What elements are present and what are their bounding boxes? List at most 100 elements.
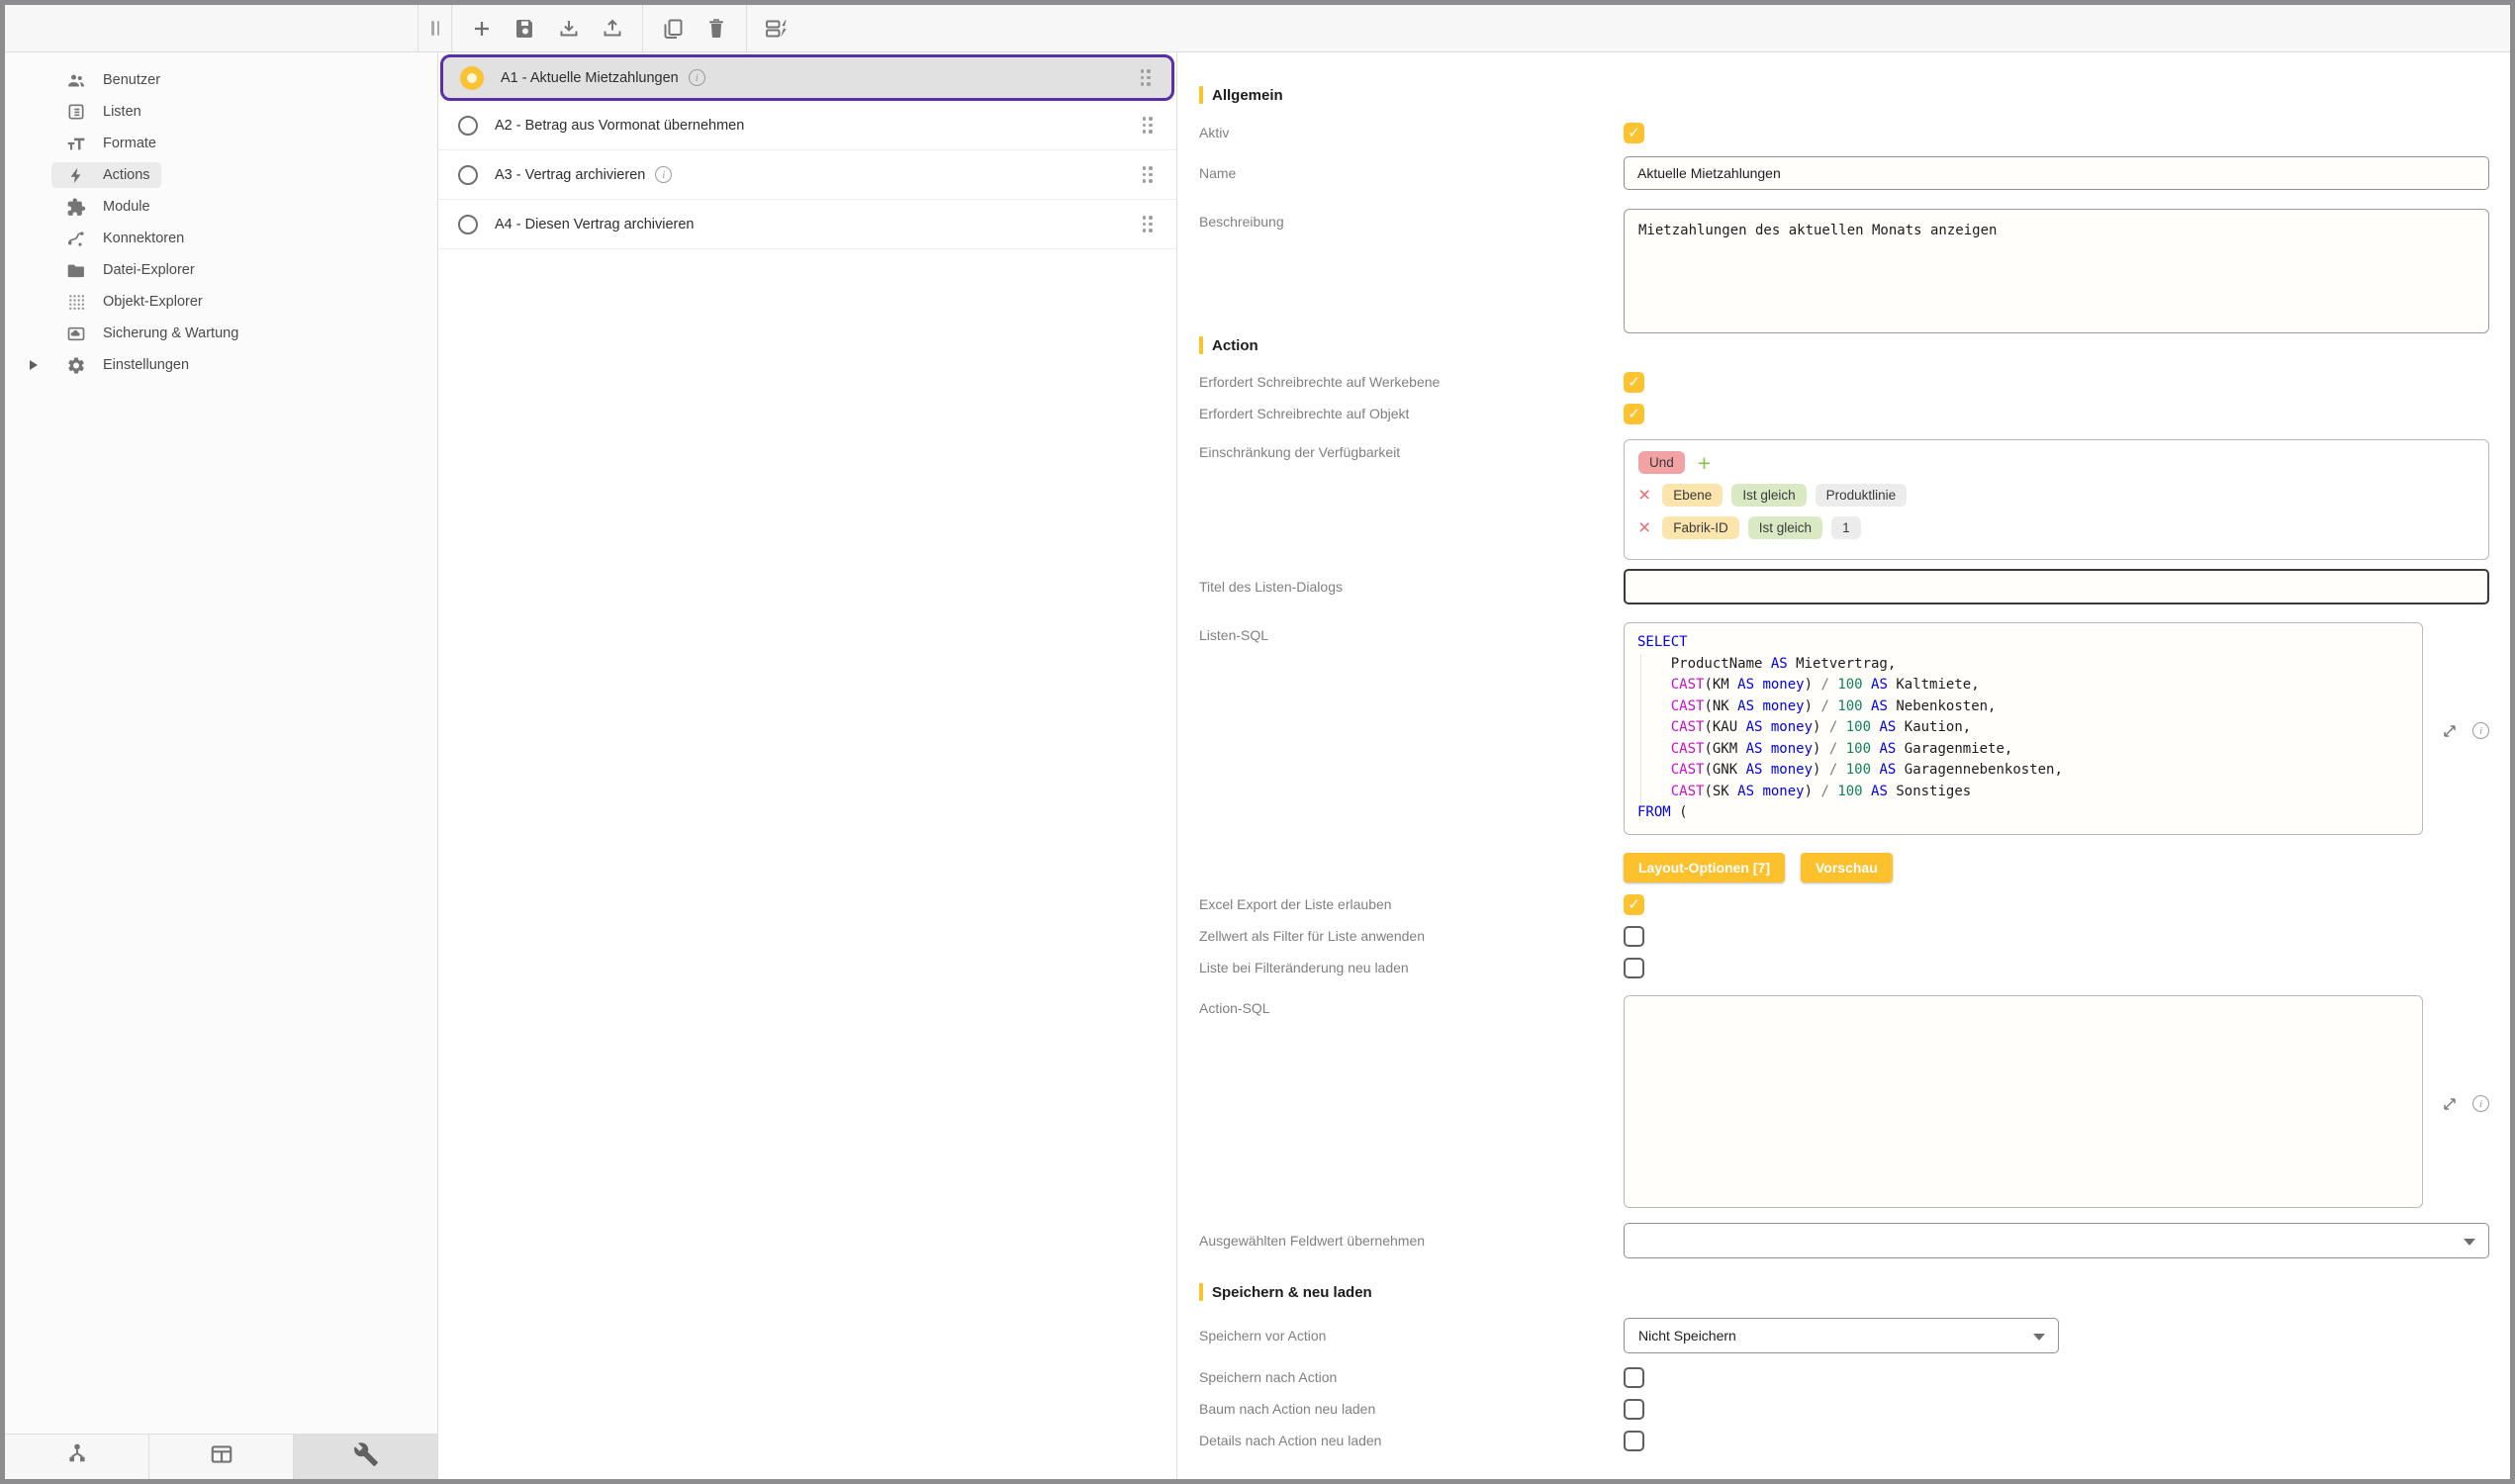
delete-button[interactable] (697, 9, 736, 48)
download-button[interactable] (549, 9, 589, 48)
remove-constraint-icon[interactable]: × (1638, 519, 1650, 537)
sidebar-item-label: Sicherung & Wartung (103, 325, 238, 341)
upload-icon (601, 17, 624, 41)
row-excel-export: Excel Export der Liste erlauben (1199, 888, 2510, 920)
add-constraint-icon[interactable]: + (1698, 454, 1711, 472)
sidebar-item-einstellungen[interactable]: Einstellungen (5, 349, 437, 381)
duplicate-button[interactable] (653, 9, 693, 48)
sidebar-item-formate[interactable]: Formate (5, 128, 437, 159)
sidebar-item-listen[interactable]: Listen (5, 96, 437, 128)
field-label: Ausgewählten Feldwert übernehmen (1199, 1233, 1624, 1249)
drag-handle-icon[interactable] (1141, 69, 1152, 86)
info-icon[interactable]: i (2472, 1095, 2489, 1112)
name-input[interactable] (1624, 156, 2489, 190)
action-list-item-a4[interactable]: A4 - Diesen Vertrag archivieren (438, 200, 1176, 249)
titel-listen-dialog-input[interactable] (1624, 569, 2489, 604)
field-label: Speichern vor Action (1199, 1328, 1624, 1344)
action-list-item-a2[interactable]: A2 - Betrag aus Vormonat übernehmen (438, 101, 1176, 150)
action-list-button[interactable] (757, 9, 796, 48)
constraint-field-chip[interactable]: Fabrik-ID (1662, 516, 1739, 539)
radio-unselected[interactable] (458, 165, 478, 185)
sidebar-item-objekt-explorer[interactable]: Objekt-Explorer (5, 286, 437, 318)
sidebar-item-module[interactable]: Module (5, 191, 437, 223)
vorschau-button[interactable]: Vorschau (1801, 853, 1893, 882)
section-title: Action (1212, 337, 1258, 354)
layout-options-button[interactable]: Layout-Optionen [7] (1624, 853, 1785, 882)
details-neu-laden-checkbox[interactable] (1624, 1431, 1644, 1451)
constraint-value-chip[interactable]: 1 (1831, 516, 1861, 539)
toolbar-separator (451, 5, 452, 52)
puzzle-icon (66, 197, 86, 217)
wrench-icon (353, 1441, 379, 1472)
speichern-nach-action-checkbox[interactable] (1624, 1367, 1644, 1388)
tab-layout-view[interactable] (149, 1435, 294, 1479)
field-label: Listen-SQL (1199, 622, 1624, 643)
detail-form: Allgemein Aktiv Name Beschreibung Mietza… (1177, 52, 2510, 1479)
toolbar-separator (642, 5, 643, 52)
action-item-label: A3 - Vertrag archivieren (495, 167, 645, 183)
save-button[interactable] (506, 9, 545, 48)
sidebar-item-datei-explorer[interactable]: Datei-Explorer (5, 254, 437, 286)
zellwert-filter-checkbox[interactable] (1624, 926, 1644, 947)
drag-handle-icon[interactable] (1143, 117, 1154, 134)
remove-constraint-icon[interactable]: × (1638, 487, 1650, 505)
panel-resize-handle-icon[interactable] (427, 15, 443, 42)
feldwert-select[interactable] (1624, 1223, 2489, 1258)
sidebar-nav: Benutzer Listen Formate Actions Module (5, 52, 437, 1434)
upload-button[interactable] (593, 9, 632, 48)
sidebar-item-sicherung-wartung[interactable]: Sicherung & Wartung (5, 318, 437, 349)
radio-unselected[interactable] (458, 215, 478, 234)
radio-selected[interactable] (460, 66, 484, 90)
chevron-down-icon (2033, 1334, 2045, 1341)
drag-handle-icon[interactable] (1143, 166, 1154, 183)
action-list-icon (764, 17, 790, 41)
field-label: Erfordert Schreibrechte auf Werkebene (1199, 374, 1624, 390)
und-operator-chip[interactable]: Und (1638, 451, 1685, 474)
info-icon[interactable]: i (2472, 722, 2489, 739)
people-icon (66, 70, 86, 90)
liste-neu-laden-checkbox[interactable] (1624, 958, 1644, 978)
indent-guide (1640, 654, 1641, 802)
objekt-checkbox[interactable] (1624, 404, 1644, 424)
aktiv-checkbox[interactable] (1624, 123, 1644, 143)
speichern-vor-action-select[interactable]: Nicht Speichern (1624, 1318, 2059, 1353)
tab-settings-view[interactable] (294, 1435, 437, 1479)
action-item-label: A1 - Aktuelle Mietzahlungen (501, 70, 679, 86)
constraint-field-chip[interactable]: Ebene (1662, 484, 1723, 507)
tab-tree-view[interactable] (5, 1435, 149, 1479)
add-button[interactable] (462, 9, 502, 48)
app-window: Benutzer Listen Formate Actions Module (0, 0, 2515, 1484)
excel-export-checkbox[interactable] (1624, 894, 1644, 915)
drag-handle-icon[interactable] (1143, 216, 1154, 232)
action-sql-editor[interactable] (1624, 995, 2423, 1208)
beschreibung-textarea[interactable]: Mietzahlungen des aktuellen Monats anzei… (1624, 209, 2489, 333)
constraint-row: × Fabrik-ID Ist gleich 1 (1638, 516, 2474, 539)
sidebar-item-konnektoren[interactable]: Konnektoren (5, 223, 437, 254)
expand-arrow-icon[interactable] (30, 360, 38, 370)
row-feldwert-uebernehmen: Ausgewählten Feldwert übernehmen (1199, 1223, 2510, 1258)
action-list-item-a3[interactable]: A3 - Vertrag archivieren i (438, 150, 1176, 200)
copy-icon (661, 17, 685, 41)
trash-icon (704, 17, 728, 41)
info-icon[interactable]: i (655, 166, 672, 183)
listen-sql-editor[interactable]: SELECT ProductName AS Mietvertrag, CAST(… (1624, 622, 2423, 835)
expand-editor-icon[interactable] (2440, 721, 2460, 741)
sidebar-item-benutzer[interactable]: Benutzer (5, 64, 437, 96)
sidebar-item-actions[interactable]: Actions (5, 159, 437, 191)
constraint-operator-chip[interactable]: Ist gleich (1748, 516, 1822, 539)
baum-neu-laden-checkbox[interactable] (1624, 1399, 1644, 1420)
werkebene-checkbox[interactable] (1624, 372, 1644, 393)
sidebar-item-label: Einstellungen (103, 357, 189, 373)
field-label: Beschreibung (1199, 209, 1624, 230)
field-label: Baum nach Action neu laden (1199, 1401, 1624, 1417)
info-icon[interactable]: i (689, 69, 705, 86)
constraint-value-chip[interactable]: Produktlinie (1816, 484, 1908, 507)
radio-unselected[interactable] (458, 116, 478, 136)
dot-grid-icon (66, 292, 86, 312)
action-list-item-a1[interactable]: A1 - Aktuelle Mietzahlungen i (440, 54, 1174, 101)
field-label: Zellwert als Filter für Liste anwenden (1199, 928, 1624, 944)
row-schreibrechte-werkebene: Erfordert Schreibrechte auf Werkebene (1199, 366, 2510, 398)
main-area: Benutzer Listen Formate Actions Module (5, 52, 2510, 1479)
constraint-operator-chip[interactable]: Ist gleich (1731, 484, 1806, 507)
expand-editor-icon[interactable] (2440, 1094, 2460, 1114)
